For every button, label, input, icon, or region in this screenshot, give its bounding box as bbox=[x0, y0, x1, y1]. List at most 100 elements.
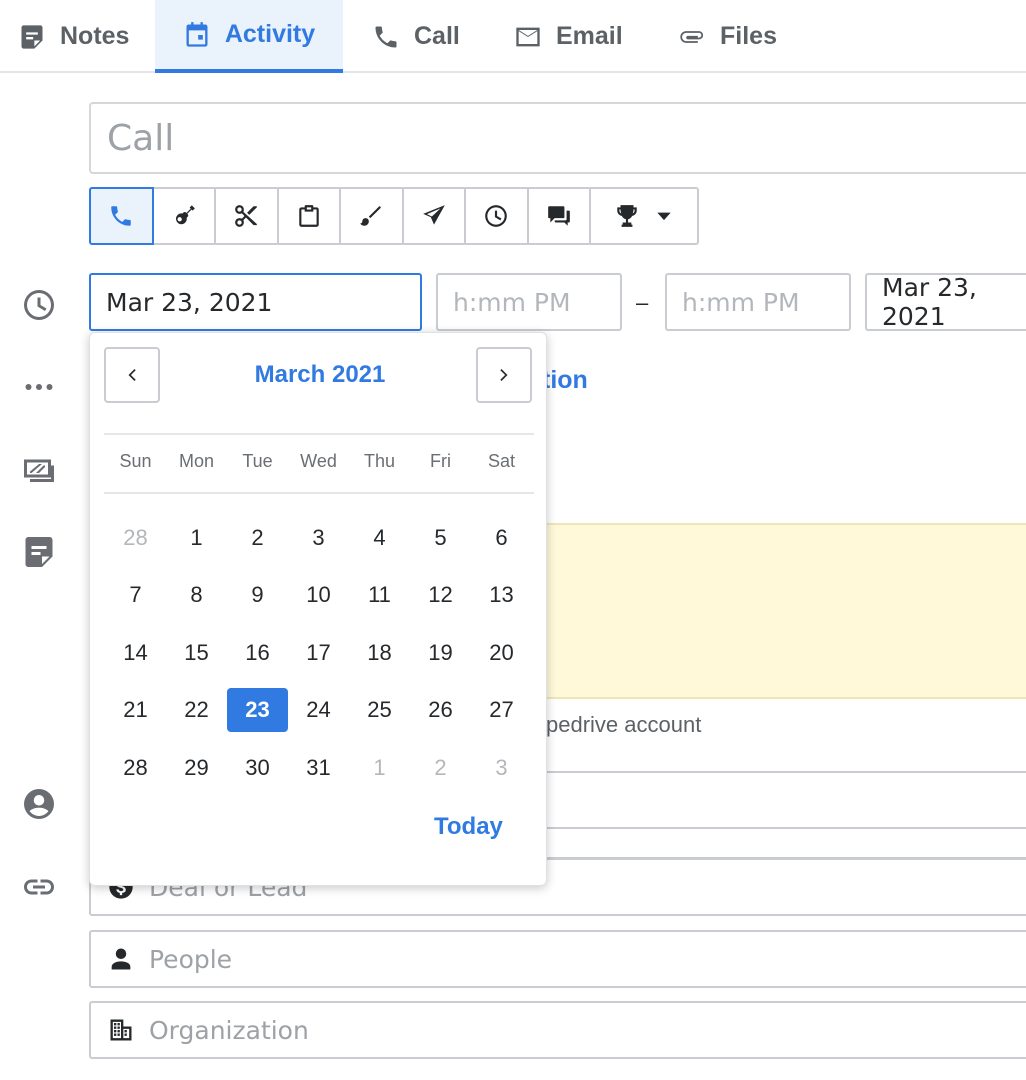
start-time-input[interactable]: h:mm PM bbox=[436, 273, 622, 331]
day-cell[interactable]: 6 bbox=[471, 509, 532, 567]
day-cell[interactable]: 3 bbox=[471, 739, 532, 797]
weekday-label: Fri bbox=[430, 451, 451, 471]
trophy-icon bbox=[617, 205, 637, 227]
today-button[interactable]: Today bbox=[434, 813, 503, 841]
day-cell[interactable]: 2 bbox=[227, 509, 288, 567]
day-number: 2 bbox=[434, 754, 447, 780]
chevron-right-icon bbox=[500, 369, 508, 381]
note-textarea[interactable] bbox=[546, 523, 1026, 699]
weekday-label: Mon bbox=[178, 451, 214, 471]
day-number: 30 bbox=[245, 754, 270, 780]
day-cell[interactable]: 25 bbox=[349, 682, 410, 740]
day-number: 8 bbox=[190, 582, 203, 608]
day-cell[interactable]: 1 bbox=[349, 739, 410, 797]
tab-activity[interactable]: Activity bbox=[155, 0, 343, 73]
clock-rail-icon bbox=[20, 286, 58, 324]
day-number: 25 bbox=[367, 697, 392, 723]
type-design-button[interactable] bbox=[339, 187, 404, 245]
type-chat-button[interactable] bbox=[526, 187, 591, 245]
day-cell[interactable]: 29 bbox=[166, 739, 227, 797]
day-cell[interactable]: 17 bbox=[288, 624, 349, 682]
weekday-header: Sun Mon Tue Wed Thu Fri Sat bbox=[105, 451, 532, 472]
type-meeting-button[interactable] bbox=[151, 187, 216, 245]
day-cell[interactable]: 3 bbox=[288, 509, 349, 567]
clock-icon bbox=[24, 290, 54, 320]
day-cell[interactable]: 28 bbox=[105, 509, 166, 567]
building-icon bbox=[110, 1019, 132, 1041]
clock-icon bbox=[485, 205, 508, 227]
tab-notes[interactable]: Notes bbox=[0, 0, 150, 73]
day-number: 28 bbox=[123, 524, 148, 550]
tab-notes-label: Notes bbox=[60, 22, 130, 50]
note-footer-text: pedrive account bbox=[546, 712, 702, 737]
divider bbox=[546, 771, 1026, 773]
day-number: 13 bbox=[489, 582, 514, 608]
clipboard-icon bbox=[299, 205, 319, 227]
organization-input[interactable]: Organization bbox=[89, 1001, 1026, 1059]
tab-call-label: Call bbox=[414, 22, 460, 50]
day-cell[interactable]: 9 bbox=[227, 567, 288, 625]
day-cell[interactable]: 26 bbox=[410, 682, 471, 740]
type-deadline-button[interactable] bbox=[276, 187, 341, 245]
day-cell[interactable]: 31 bbox=[288, 739, 349, 797]
prev-month-button[interactable] bbox=[104, 347, 160, 403]
note-icon bbox=[25, 537, 53, 567]
calendar-icon bbox=[186, 21, 208, 47]
type-time-button[interactable] bbox=[464, 187, 529, 245]
brush-icon bbox=[360, 206, 381, 226]
day-cell[interactable]: 24 bbox=[288, 682, 349, 740]
end-time-input[interactable]: h:mm PM bbox=[665, 273, 851, 331]
day-cell[interactable]: 10 bbox=[288, 567, 349, 625]
user-rail-icon bbox=[20, 785, 58, 823]
day-cell[interactable]: 27 bbox=[471, 682, 532, 740]
day-cell[interactable]: 12 bbox=[410, 567, 471, 625]
day-cell[interactable]: 21 bbox=[105, 682, 166, 740]
busy-status-icon bbox=[24, 459, 54, 482]
caret-down-icon bbox=[657, 212, 671, 221]
end-date-input[interactable]: Mar 23, 2021 bbox=[865, 273, 1026, 331]
type-call-button[interactable] bbox=[89, 187, 154, 245]
start-date-value: Mar 23, 2021 bbox=[106, 287, 273, 317]
day-number: 1 bbox=[190, 524, 203, 550]
next-month-button[interactable] bbox=[476, 347, 532, 403]
day-cell[interactable]: 11 bbox=[349, 567, 410, 625]
day-cell[interactable]: 16 bbox=[227, 624, 288, 682]
type-email-button[interactable] bbox=[401, 187, 466, 245]
day-cell-selected[interactable]: 23 bbox=[227, 682, 288, 740]
tab-bar: Notes Activity Call Email Files bbox=[0, 0, 1026, 73]
day-cell[interactable]: 5 bbox=[410, 509, 471, 567]
day-cell[interactable]: 8 bbox=[166, 567, 227, 625]
day-cell[interactable]: 28 bbox=[105, 739, 166, 797]
tab-call[interactable]: Call bbox=[354, 0, 484, 73]
tab-email[interactable]: Email bbox=[496, 0, 646, 73]
type-more-dropdown[interactable] bbox=[589, 187, 699, 245]
type-task-button[interactable] bbox=[214, 187, 279, 245]
people-input[interactable]: People bbox=[89, 930, 1026, 988]
day-number: 21 bbox=[123, 697, 148, 723]
user-circle-icon bbox=[24, 789, 54, 819]
day-number: 3 bbox=[495, 754, 508, 780]
scissors-icon bbox=[235, 205, 258, 227]
tab-files[interactable]: Files bbox=[660, 0, 800, 73]
tab-files-label: Files bbox=[720, 22, 777, 50]
start-date-input[interactable]: Mar 23, 2021 bbox=[89, 273, 422, 331]
day-cell[interactable]: 7 bbox=[105, 567, 166, 625]
start-time-placeholder: h:mm PM bbox=[453, 287, 571, 317]
day-cell[interactable]: 13 bbox=[471, 567, 532, 625]
day-cell[interactable]: 20 bbox=[471, 624, 532, 682]
day-cell[interactable]: 14 bbox=[105, 624, 166, 682]
day-number: 1 bbox=[373, 754, 386, 780]
day-cell[interactable]: 2 bbox=[410, 739, 471, 797]
subject-input[interactable]: Call bbox=[89, 102, 1026, 174]
busy-rail-icon bbox=[20, 451, 58, 489]
day-cell[interactable]: 30 bbox=[227, 739, 288, 797]
weekday-label: Tue bbox=[242, 451, 273, 471]
day-cell[interactable]: 15 bbox=[166, 624, 227, 682]
day-cell[interactable]: 22 bbox=[166, 682, 227, 740]
add-location-link[interactable]: tion bbox=[542, 366, 588, 395]
day-cell[interactable]: 1 bbox=[166, 509, 227, 567]
day-cell[interactable]: 4 bbox=[349, 509, 410, 567]
note-icon bbox=[21, 24, 43, 49]
day-cell[interactable]: 18 bbox=[349, 624, 410, 682]
day-cell[interactable]: 19 bbox=[410, 624, 471, 682]
